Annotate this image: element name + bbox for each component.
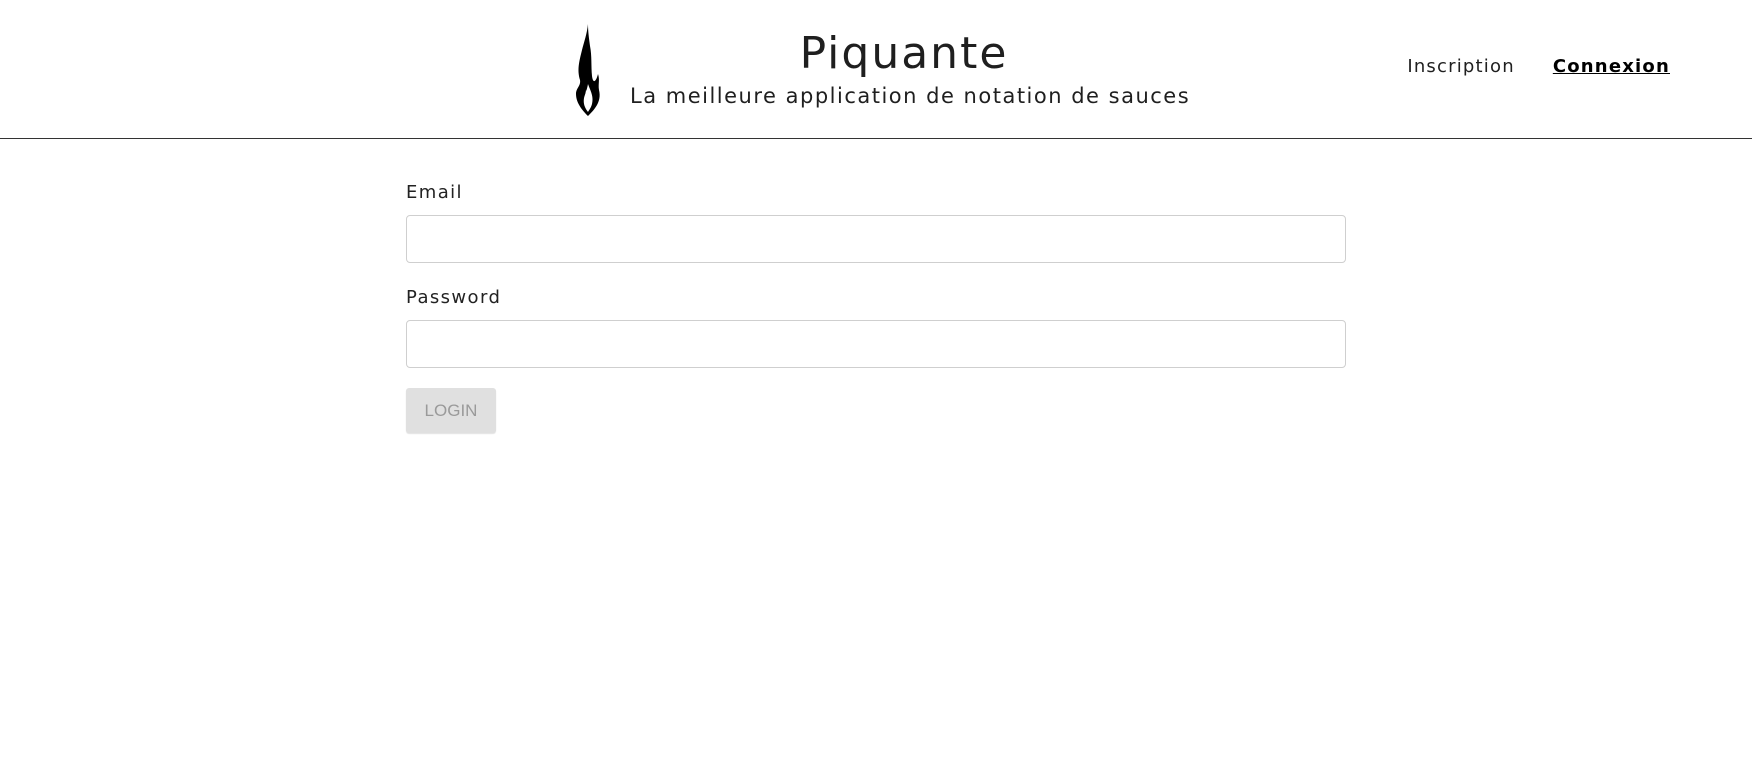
brand: Piquante La meilleure application de not…	[574, 24, 1194, 116]
nav-signup-link[interactable]: Inscription	[1407, 56, 1515, 77]
app-subtitle: La meilleure application de notation de …	[630, 84, 1191, 108]
nav-login-link[interactable]: Connexion	[1553, 56, 1670, 77]
login-button[interactable]: LOGIN	[406, 388, 496, 433]
password-label: Password	[406, 287, 502, 308]
password-field[interactable]	[406, 320, 1346, 368]
email-label: Email	[406, 182, 463, 203]
app-header: Piquante La meilleure application de not…	[0, 0, 1752, 139]
app-title: Piquante	[799, 28, 1009, 79]
login-form: Email Password LOGIN	[406, 182, 1346, 433]
email-field[interactable]	[406, 215, 1346, 263]
main-nav: Inscription Connexion	[1407, 56, 1670, 77]
